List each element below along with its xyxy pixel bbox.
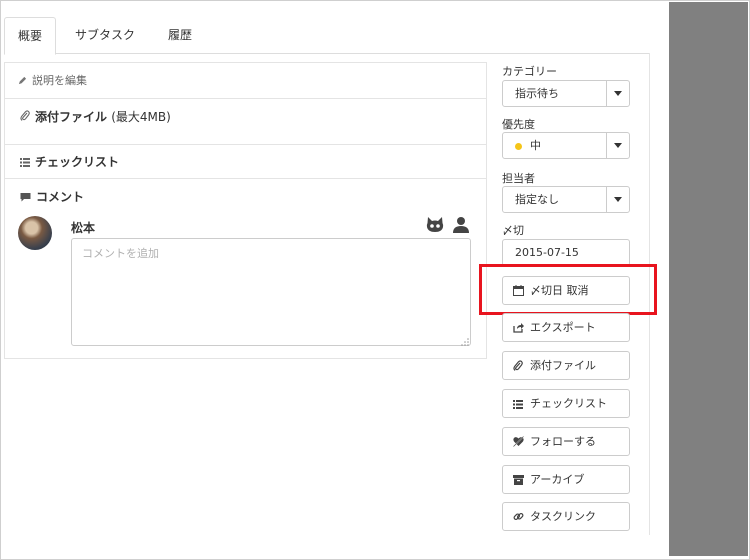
link-icon	[513, 511, 524, 525]
tab-divider	[4, 53, 650, 54]
archive-label: アーカイブ	[530, 473, 585, 486]
list-icon	[20, 156, 30, 170]
task-link-button[interactable]: タスクリンク	[502, 502, 630, 531]
priority-dropdown-toggle[interactable]	[606, 133, 629, 158]
priority-dot	[515, 142, 522, 150]
side-panel	[669, 2, 748, 556]
paperclip-icon	[513, 360, 523, 375]
person-icon[interactable]	[453, 216, 469, 236]
archive-icon	[513, 474, 524, 488]
edit-description-link[interactable]: 説明を編集	[18, 72, 87, 88]
follow-button[interactable]: フォローする	[502, 427, 630, 456]
attach-file-button[interactable]: 添付ファイル	[502, 351, 630, 380]
comments-title: コメント	[36, 190, 85, 204]
follow-label: フォローする	[530, 435, 596, 448]
checklist-title: チェックリスト	[35, 155, 120, 169]
resize-grip-icon[interactable]	[460, 335, 469, 346]
export-label: エクスポート	[530, 321, 596, 334]
category-label: カテゴリー	[502, 65, 557, 78]
comment-author: 松本	[71, 221, 96, 235]
comment-input[interactable]	[71, 238, 471, 346]
caret-down-icon	[614, 91, 622, 96]
pencil-icon	[18, 75, 27, 88]
due-date-input[interactable]: 2015-07-15	[502, 239, 630, 266]
due-label: 〆切	[502, 224, 524, 237]
caret-down-icon	[614, 197, 622, 202]
divider	[5, 178, 486, 179]
avatar	[18, 216, 52, 250]
tab-overview[interactable]: 概要	[4, 17, 56, 55]
divider	[5, 144, 486, 145]
divider	[5, 98, 486, 99]
checklist-header: チェックリスト	[20, 153, 119, 170]
github-cat-icon[interactable]	[426, 216, 444, 236]
checklist-button[interactable]: チェックリスト	[502, 389, 630, 418]
attachments-limit: (最大4MB)	[111, 110, 171, 124]
share-icon	[513, 322, 524, 336]
category-dropdown-toggle[interactable]	[606, 81, 629, 106]
priority-value-wrap: 中	[515, 133, 541, 158]
assignee-value: 指定なし	[515, 193, 559, 206]
assignee-select[interactable]: 指定なし	[502, 186, 630, 213]
paperclip-icon	[20, 110, 30, 125]
highlight-box	[479, 264, 657, 315]
category-value: 指示待ち	[515, 87, 559, 100]
tab-subtasks[interactable]: サブタスク	[62, 17, 148, 53]
attachments-header: 添付ファイル (最大4MB)	[20, 108, 171, 125]
attachments-title: 添付ファイル	[35, 110, 108, 124]
list-icon	[513, 398, 523, 412]
caret-down-icon	[614, 143, 622, 148]
attach-file-label: 添付ファイル	[530, 359, 596, 372]
priority-select[interactable]: 中	[502, 132, 630, 159]
comment-icon	[20, 191, 31, 205]
task-link-label: タスクリンク	[530, 510, 596, 523]
export-button[interactable]: エクスポート	[502, 313, 630, 342]
tab-history[interactable]: 履歴	[156, 17, 204, 53]
assignee-dropdown-toggle[interactable]	[606, 187, 629, 212]
priority-label: 優先度	[502, 118, 535, 131]
category-select[interactable]: 指示待ち	[502, 80, 630, 107]
assignee-label: 担当者	[502, 172, 535, 185]
checklist-label: チェックリスト	[530, 397, 607, 410]
archive-button[interactable]: アーカイブ	[502, 465, 630, 494]
edit-description-label: 説明を編集	[32, 74, 87, 87]
follow-icon	[513, 436, 524, 450]
due-date-value: 2015-07-15	[515, 246, 579, 259]
comments-header: コメント	[20, 188, 84, 205]
priority-value: 中	[530, 139, 541, 152]
